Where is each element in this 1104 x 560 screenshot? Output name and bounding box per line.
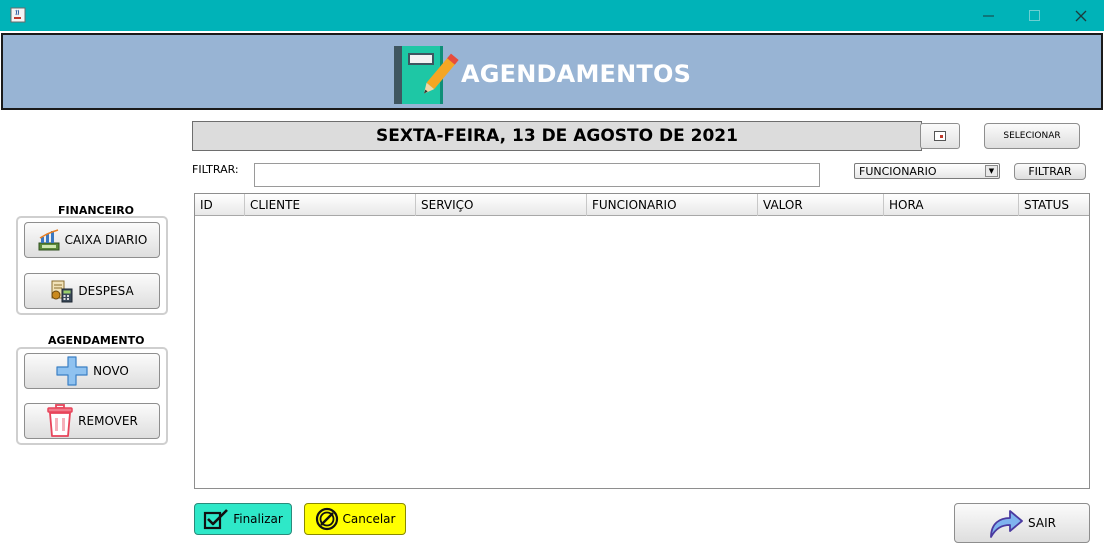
- finalizar-label: Finalizar: [233, 512, 283, 526]
- remover-label: REMOVER: [78, 414, 138, 428]
- title-bar: [0, 0, 1104, 31]
- java-cup-icon: [10, 7, 26, 23]
- column-header-valor[interactable]: VALOR: [758, 194, 884, 216]
- calendar-button[interactable]: [920, 123, 960, 149]
- filter-label: FILTRAR:: [192, 163, 239, 176]
- sair-button[interactable]: SAIR: [954, 503, 1090, 543]
- filter-field-select[interactable]: FUNCIONARIO ▼: [854, 163, 1000, 179]
- cancelar-button[interactable]: Cancelar: [304, 503, 406, 535]
- cash-register-chart-icon: [38, 229, 60, 251]
- finalizar-button[interactable]: Finalizar: [194, 503, 292, 535]
- column-header-hora[interactable]: HORA: [884, 194, 1019, 216]
- date-display: SEXTA-FEIRA, 13 DE AGOSTO DE 2021: [192, 121, 922, 151]
- dropdown-arrow-icon[interactable]: ▼: [985, 165, 998, 177]
- column-header-funcionario[interactable]: FUNCIONARIO: [587, 194, 758, 216]
- filter-button[interactable]: FILTRAR: [1014, 163, 1086, 180]
- caixa-diario-label: CAIXA DIARIO: [64, 233, 148, 247]
- sair-label: SAIR: [1028, 516, 1056, 530]
- caixa-diario-button[interactable]: CAIXA DIARIO: [24, 222, 160, 258]
- maximize-icon: [1029, 9, 1040, 21]
- calendar-icon: [934, 131, 946, 141]
- filter-input[interactable]: [254, 163, 820, 187]
- table-header: ID CLIENTE SERVIÇO FUNCIONARIO VALOR HOR…: [195, 194, 1089, 216]
- column-header-status[interactable]: STATUS: [1019, 194, 1089, 216]
- header-banner: AGENDAMENTOS: [1, 33, 1103, 110]
- column-header-cliente[interactable]: CLIENTE: [245, 194, 416, 216]
- appointments-table[interactable]: ID CLIENTE SERVIÇO FUNCIONARIO VALOR HOR…: [194, 193, 1090, 489]
- cancelar-label: Cancelar: [342, 512, 396, 526]
- close-button[interactable]: [1058, 0, 1104, 31]
- despesa-button[interactable]: DESPESA: [24, 273, 160, 309]
- expense-calculator-icon: [51, 280, 73, 303]
- despesa-label: DESPESA: [78, 284, 134, 298]
- page-title: AGENDAMENTOS: [461, 60, 692, 88]
- column-header-servico[interactable]: SERVIÇO: [416, 194, 587, 216]
- select-date-button[interactable]: SELECIONAR: [984, 123, 1080, 149]
- minimize-icon: [983, 15, 994, 16]
- agendamento-title: AGENDAMENTO: [48, 334, 145, 347]
- trash-icon: [47, 404, 73, 437]
- novo-label: NOVO: [93, 364, 129, 378]
- maximize-button[interactable]: [1012, 0, 1058, 31]
- minimize-button[interactable]: [966, 0, 1012, 31]
- notebook-pencil-icon: [394, 46, 459, 104]
- close-icon: [1075, 10, 1087, 21]
- checkbox-check-icon: [204, 509, 229, 530]
- remover-button[interactable]: REMOVER: [24, 403, 160, 439]
- plus-icon: [56, 356, 88, 386]
- novo-button[interactable]: NOVO: [24, 353, 160, 389]
- filter-field-selected: FUNCIONARIO: [859, 164, 937, 178]
- column-header-id[interactable]: ID: [195, 194, 245, 216]
- exit-arrow-icon: [990, 510, 1023, 538]
- cancel-circle-icon: [315, 507, 338, 531]
